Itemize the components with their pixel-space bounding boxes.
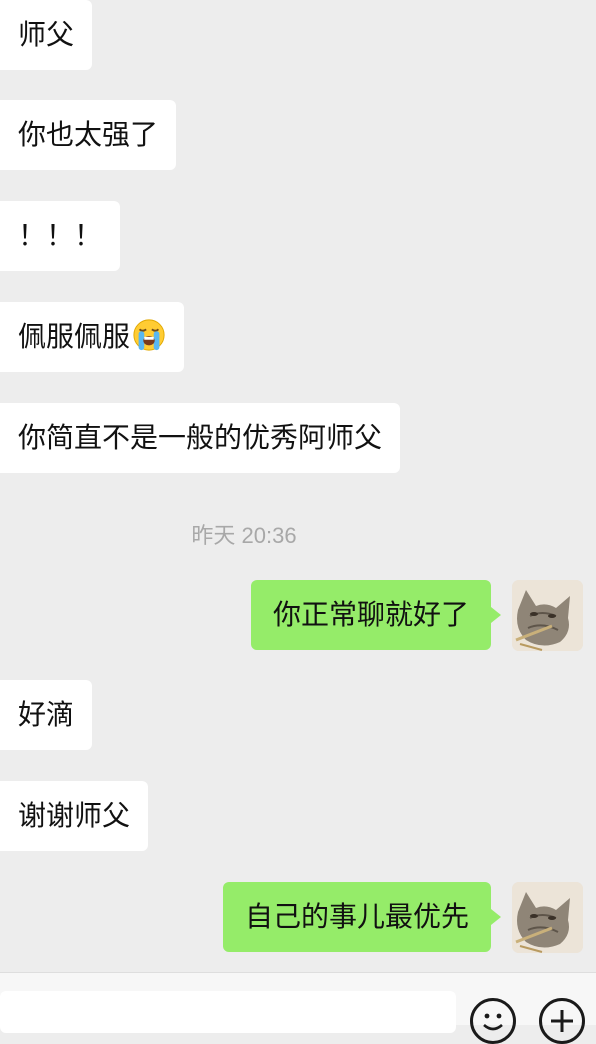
chat-message-list[interactable]: 师父 你也太强了 ！！！ 佩服佩服 你简直不是一般的优秀阿师父 昨天 20:36…: [0, 0, 596, 972]
message-text: 谢谢师父: [18, 799, 131, 832]
incoming-message-bubble[interactable]: 佩服佩服: [0, 302, 185, 372]
outgoing-message-bubble[interactable]: 自己的事儿最优先: [222, 882, 502, 952]
chat-input-bar: [0, 972, 596, 1044]
cat-photo-icon: [512, 882, 583, 953]
plus-circle-icon[interactable]: [539, 998, 585, 1044]
message-text: 你正常聊就好了: [272, 598, 469, 631]
message-timestamp: 昨天 20:36: [191, 523, 297, 548]
message-input[interactable]: [0, 991, 456, 1033]
message-text: 师父: [18, 18, 75, 51]
outgoing-message-bubble[interactable]: 你正常聊就好了: [250, 580, 502, 650]
message-text: ！！！: [18, 219, 103, 252]
incoming-message-bubble[interactable]: 好滴: [0, 680, 93, 750]
incoming-message-bubble[interactable]: 谢谢师父: [0, 781, 149, 851]
message-row-outgoing: 自己的事儿最优先: [0, 882, 596, 953]
message-row-outgoing: 你正常聊就好了: [0, 580, 596, 651]
plus-glyph-icon: [551, 1010, 573, 1032]
incoming-message-bubble[interactable]: ！！！: [0, 201, 121, 271]
cat-photo-avatar[interactable]: [512, 580, 583, 651]
emoji-face-icon[interactable]: [470, 998, 516, 1044]
message-text: 自己的事儿最优先: [244, 900, 469, 933]
emoji-face-glyph-icon: [483, 1013, 503, 1031]
message-text: 你简直不是一般的优秀阿师父: [18, 421, 383, 454]
incoming-message-bubble[interactable]: 师父: [0, 0, 93, 70]
loudly-crying-face-icon: [133, 319, 165, 351]
cat-photo-avatar[interactable]: [512, 882, 583, 953]
message-text: 你也太强了: [18, 118, 159, 151]
message-text: 好滴: [18, 698, 75, 731]
incoming-message-bubble[interactable]: 你简直不是一般的优秀阿师父: [0, 403, 401, 473]
message-text: 佩服佩服: [18, 320, 131, 353]
incoming-message-bubble[interactable]: 你也太强了: [0, 100, 177, 170]
cat-photo-icon: [512, 580, 583, 651]
